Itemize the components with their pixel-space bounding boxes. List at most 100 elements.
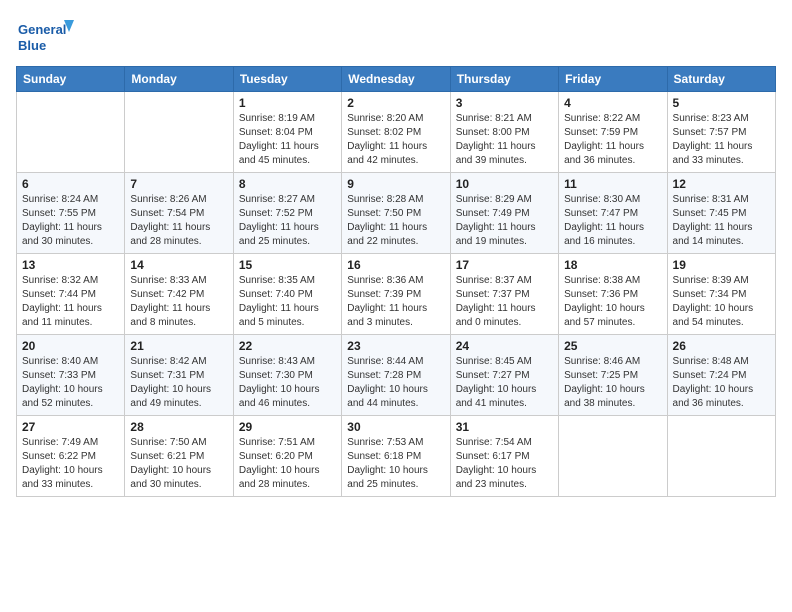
calendar-cell: 20 Sunrise: 8:40 AMSunset: 7:33 PMDayligh…	[17, 335, 125, 416]
calendar-week-4: 20 Sunrise: 8:40 AMSunset: 7:33 PMDayligh…	[17, 335, 776, 416]
calendar-cell: 13 Sunrise: 8:32 AMSunset: 7:44 PMDayligh…	[17, 254, 125, 335]
day-info: Sunrise: 8:29 AMSunset: 7:49 PMDaylight:…	[456, 193, 553, 249]
weekday-friday: Friday	[559, 67, 667, 92]
calendar-cell: 25 Sunrise: 8:46 AMSunset: 7:25 PMDayligh…	[559, 335, 667, 416]
day-info: Sunrise: 8:32 AMSunset: 7:44 PMDaylight:…	[22, 274, 119, 330]
calendar-cell: 18Sunrise: 8:38 AMSunset: 7:36 PMDayligh…	[559, 254, 667, 335]
day-info: Sunrise: 7:54 AMSunset: 6:17 PMDaylight:…	[456, 436, 553, 492]
logo-svg: General Blue	[16, 16, 76, 58]
calendar-cell: 11Sunrise: 8:30 AMSunset: 7:47 PMDayligh…	[559, 173, 667, 254]
day-number: 15	[239, 258, 336, 272]
day-info: Sunrise: 8:24 AMSunset: 7:55 PMDaylight:…	[22, 193, 119, 249]
day-info: Sunrise: 8:42 AMSunset: 7:31 PMDaylight:…	[130, 355, 227, 411]
day-info: Sunrise: 8:22 AMSunset: 7:59 PMDaylight:…	[564, 112, 661, 168]
calendar-cell: 8 Sunrise: 8:27 AMSunset: 7:52 PMDaylight…	[233, 173, 341, 254]
calendar-cell: 26 Sunrise: 8:48 AMSunset: 7:24 PMDayligh…	[667, 335, 775, 416]
day-info: Sunrise: 8:21 AMSunset: 8:00 PMDaylight:…	[456, 112, 553, 168]
calendar-week-1: 1Sunrise: 8:19 AMSunset: 8:04 PMDaylight…	[17, 92, 776, 173]
calendar-table: SundayMondayTuesdayWednesdayThursdayFrid…	[16, 66, 776, 497]
day-info: Sunrise: 8:36 AMSunset: 7:39 PMDaylight:…	[347, 274, 444, 330]
day-info: Sunrise: 7:51 AMSunset: 6:20 PMDaylight:…	[239, 436, 336, 492]
calendar-cell: 3 Sunrise: 8:21 AMSunset: 8:00 PMDaylight…	[450, 92, 558, 173]
day-number: 3	[456, 96, 553, 110]
calendar-cell: 1Sunrise: 8:19 AMSunset: 8:04 PMDaylight…	[233, 92, 341, 173]
day-number: 9	[347, 177, 444, 191]
day-info: Sunrise: 8:27 AMSunset: 7:52 PMDaylight:…	[239, 193, 336, 249]
weekday-wednesday: Wednesday	[342, 67, 450, 92]
calendar-cell: 16 Sunrise: 8:36 AMSunset: 7:39 PMDayligh…	[342, 254, 450, 335]
calendar-cell: 29Sunrise: 7:51 AMSunset: 6:20 PMDayligh…	[233, 416, 341, 497]
calendar-cell	[125, 92, 233, 173]
day-number: 18	[564, 258, 661, 272]
day-number: 23	[347, 339, 444, 353]
day-number: 21	[130, 339, 227, 353]
calendar-cell: 28 Sunrise: 7:50 AMSunset: 6:21 PMDayligh…	[125, 416, 233, 497]
calendar-cell: 12 Sunrise: 8:31 AMSunset: 7:45 PMDayligh…	[667, 173, 775, 254]
day-info: Sunrise: 8:44 AMSunset: 7:28 PMDaylight:…	[347, 355, 444, 411]
day-number: 25	[564, 339, 661, 353]
day-number: 14	[130, 258, 227, 272]
day-number: 5	[673, 96, 770, 110]
day-number: 22	[239, 339, 336, 353]
day-number: 17	[456, 258, 553, 272]
calendar-cell: 9 Sunrise: 8:28 AMSunset: 7:50 PMDaylight…	[342, 173, 450, 254]
calendar-cell: 5 Sunrise: 8:23 AMSunset: 7:57 PMDaylight…	[667, 92, 775, 173]
day-info: Sunrise: 8:46 AMSunset: 7:25 PMDaylight:…	[564, 355, 661, 411]
calendar-body: 1Sunrise: 8:19 AMSunset: 8:04 PMDaylight…	[17, 92, 776, 497]
day-info: Sunrise: 8:45 AMSunset: 7:27 PMDaylight:…	[456, 355, 553, 411]
day-info: Sunrise: 8:48 AMSunset: 7:24 PMDaylight:…	[673, 355, 770, 411]
day-info: Sunrise: 8:31 AMSunset: 7:45 PMDaylight:…	[673, 193, 770, 249]
day-number: 7	[130, 177, 227, 191]
calendar-cell: 19Sunrise: 8:39 AMSunset: 7:34 PMDayligh…	[667, 254, 775, 335]
calendar-cell: 14Sunrise: 8:33 AMSunset: 7:42 PMDayligh…	[125, 254, 233, 335]
weekday-tuesday: Tuesday	[233, 67, 341, 92]
weekday-header-row: SundayMondayTuesdayWednesdayThursdayFrid…	[17, 67, 776, 92]
day-info: Sunrise: 7:53 AMSunset: 6:18 PMDaylight:…	[347, 436, 444, 492]
calendar-cell: 2Sunrise: 8:20 AMSunset: 8:02 PMDaylight…	[342, 92, 450, 173]
svg-text:Blue: Blue	[18, 38, 46, 53]
calendar-cell: 15 Sunrise: 8:35 AMSunset: 7:40 PMDayligh…	[233, 254, 341, 335]
calendar-cell: 7 Sunrise: 8:26 AMSunset: 7:54 PMDaylight…	[125, 173, 233, 254]
day-number: 27	[22, 420, 119, 434]
day-number: 13	[22, 258, 119, 272]
day-number: 8	[239, 177, 336, 191]
day-number: 6	[22, 177, 119, 191]
day-number: 4	[564, 96, 661, 110]
day-info: Sunrise: 8:37 AMSunset: 7:37 PMDaylight:…	[456, 274, 553, 330]
day-number: 1	[239, 96, 336, 110]
day-number: 12	[673, 177, 770, 191]
calendar-cell: 22 Sunrise: 8:43 AMSunset: 7:30 PMDayligh…	[233, 335, 341, 416]
day-info: Sunrise: 8:23 AMSunset: 7:57 PMDaylight:…	[673, 112, 770, 168]
day-info: Sunrise: 8:35 AMSunset: 7:40 PMDaylight:…	[239, 274, 336, 330]
day-number: 31	[456, 420, 553, 434]
weekday-monday: Monday	[125, 67, 233, 92]
weekday-thursday: Thursday	[450, 67, 558, 92]
day-info: Sunrise: 8:43 AMSunset: 7:30 PMDaylight:…	[239, 355, 336, 411]
day-number: 20	[22, 339, 119, 353]
calendar-week-2: 6 Sunrise: 8:24 AMSunset: 7:55 PMDaylight…	[17, 173, 776, 254]
weekday-sunday: Sunday	[17, 67, 125, 92]
day-number: 16	[347, 258, 444, 272]
day-info: Sunrise: 7:50 AMSunset: 6:21 PMDaylight:…	[130, 436, 227, 492]
calendar-cell: 31 Sunrise: 7:54 AMSunset: 6:17 PMDayligh…	[450, 416, 558, 497]
calendar-cell: 17 Sunrise: 8:37 AMSunset: 7:37 PMDayligh…	[450, 254, 558, 335]
calendar-cell: 27Sunrise: 7:49 AMSunset: 6:22 PMDayligh…	[17, 416, 125, 497]
day-info: Sunrise: 8:26 AMSunset: 7:54 PMDaylight:…	[130, 193, 227, 249]
day-number: 26	[673, 339, 770, 353]
calendar-cell: 21 Sunrise: 8:42 AMSunset: 7:31 PMDayligh…	[125, 335, 233, 416]
calendar-cell: 24Sunrise: 8:45 AMSunset: 7:27 PMDayligh…	[450, 335, 558, 416]
calendar-week-3: 13 Sunrise: 8:32 AMSunset: 7:44 PMDayligh…	[17, 254, 776, 335]
day-number: 10	[456, 177, 553, 191]
day-number: 28	[130, 420, 227, 434]
day-number: 11	[564, 177, 661, 191]
day-info: Sunrise: 8:20 AMSunset: 8:02 PMDaylight:…	[347, 112, 444, 168]
day-info: Sunrise: 8:28 AMSunset: 7:50 PMDaylight:…	[347, 193, 444, 249]
calendar-cell: 23 Sunrise: 8:44 AMSunset: 7:28 PMDayligh…	[342, 335, 450, 416]
calendar-cell	[17, 92, 125, 173]
day-info: Sunrise: 8:40 AMSunset: 7:33 PMDaylight:…	[22, 355, 119, 411]
day-number: 30	[347, 420, 444, 434]
day-info: Sunrise: 8:39 AMSunset: 7:34 PMDaylight:…	[673, 274, 770, 330]
logo: General Blue	[16, 16, 76, 58]
calendar-cell: 10 Sunrise: 8:29 AMSunset: 7:49 PMDayligh…	[450, 173, 558, 254]
calendar-cell	[667, 416, 775, 497]
